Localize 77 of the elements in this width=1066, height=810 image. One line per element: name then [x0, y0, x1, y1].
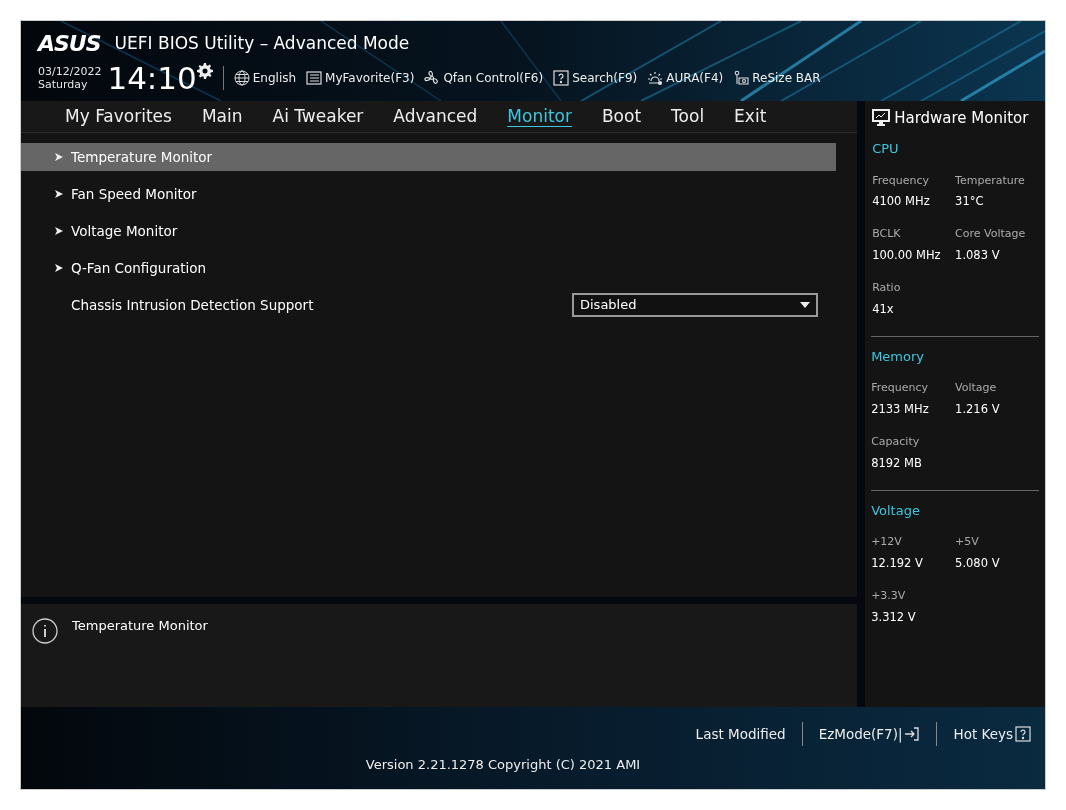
- reading-label: +3.3V: [871, 588, 907, 604]
- arrow-icon: [55, 227, 63, 235]
- reading-value: 1.083 V: [955, 246, 1001, 264]
- arrow-icon: [55, 190, 63, 198]
- reading-label: Capacity: [871, 434, 921, 450]
- footer-button[interactable]: Last Modified: [695, 723, 786, 745]
- caret-icon: [800, 302, 810, 308]
- toolbar-button[interactable]: English: [233, 69, 297, 87]
- monitor-icon: [872, 109, 891, 127]
- reading-value: 3.312 V: [871, 608, 917, 626]
- tab[interactable]: My Favorites: [65, 103, 172, 130]
- menu-item[interactable]: Fan Speed Monitor: [21, 180, 836, 208]
- menu-item[interactable]: Temperature Monitor: [21, 143, 836, 171]
- dropdown[interactable]: Disabled: [572, 293, 818, 317]
- section-title: CPU: [872, 140, 900, 158]
- setting-row[interactable]: Chassis Intrusion Detection Support Disabled: [21, 291, 836, 319]
- tab[interactable]: Boot: [601, 103, 642, 130]
- reading-label: Frequency: [871, 380, 929, 397]
- tab[interactable]: Tool: [671, 103, 705, 130]
- clock: 14:10: [107, 62, 197, 94]
- reading-value: 41x: [872, 300, 895, 318]
- arrow-icon: [55, 153, 63, 161]
- toolbar-button[interactable]: Qfan Control(F6): [424, 69, 544, 87]
- version-text: Version 2.21.1278 Copyright (C) 2021 AMI: [365, 756, 641, 774]
- weekday: Saturday: [38, 78, 89, 91]
- reading-label: Ratio: [872, 280, 902, 296]
- reading-label: +12V: [871, 534, 903, 551]
- globe-icon: [233, 70, 250, 86]
- reading-value: 12.192 V: [871, 554, 924, 572]
- reading-label: Frequency: [872, 172, 930, 189]
- reading-label: Voltage: [955, 380, 998, 397]
- info-icon: [32, 618, 58, 644]
- settings-icon[interactable]: [196, 62, 213, 79]
- footer-button[interactable]: Hot Keys: [953, 723, 1031, 745]
- tab[interactable]: Main: [201, 103, 243, 130]
- toolbar-button[interactable]: AURA(F4): [647, 69, 724, 87]
- menu-item[interactable]: Q-Fan Configuration: [21, 254, 836, 282]
- reading-label: Core Voltage: [955, 226, 1027, 243]
- tab[interactable]: Ai Tweaker: [272, 103, 364, 130]
- reading-value: 4100 MHz: [872, 193, 931, 210]
- reading-value: 31°C: [955, 193, 985, 210]
- card-icon: [733, 70, 750, 86]
- reading-value: 1.216 V: [955, 400, 1001, 418]
- window-title: UEFI BIOS Utility – Advanced Mode: [114, 32, 410, 55]
- reading-label: Temperature: [955, 172, 1026, 189]
- menu-label: Fan Speed Monitor: [71, 184, 197, 204]
- panel-title: Hardware Monitor: [894, 107, 1029, 129]
- logo: ASUS: [38, 32, 101, 55]
- reading-value: 2133 MHz: [871, 400, 930, 418]
- menu-label: Q-Fan Configuration: [71, 258, 207, 278]
- toolbar-button[interactable]: ReSize BAR: [733, 69, 821, 87]
- help-text: Temperature Monitor: [72, 617, 208, 635]
- reading-label: +5V: [955, 534, 980, 551]
- section-title: Memory: [871, 347, 926, 366]
- light-icon: [647, 70, 664, 86]
- section-title: Voltage: [871, 501, 921, 520]
- date: 03/12/2022: [38, 65, 102, 78]
- help-icon: [1015, 726, 1031, 742]
- tab[interactable]: Advanced: [393, 103, 478, 130]
- tab[interactable]: Monitor: [507, 103, 572, 130]
- tab[interactable]: Exit: [734, 103, 767, 130]
- arrow-icon: [55, 264, 63, 272]
- reading-label: BCLK: [872, 226, 902, 243]
- reading-value: 8192 MB: [871, 454, 923, 472]
- exit-icon: [904, 726, 921, 742]
- footer-button[interactable]: EzMode(F7)|: [818, 723, 921, 745]
- reading-value: 5.080 V: [955, 554, 1001, 572]
- fan-icon: [424, 70, 441, 86]
- menu-item[interactable]: Voltage Monitor: [21, 217, 836, 245]
- menu-label: Temperature Monitor: [71, 147, 213, 167]
- toolbar-button[interactable]: MyFavorite(F3): [306, 69, 415, 87]
- menu-label: Voltage Monitor: [71, 221, 178, 241]
- list-icon: [306, 70, 323, 86]
- toolbar-button[interactable]: Search(F9): [553, 69, 638, 87]
- menu-label: Chassis Intrusion Detection Support: [71, 295, 314, 315]
- reading-value: 100.00 MHz: [872, 246, 942, 264]
- help-icon: [553, 70, 570, 86]
